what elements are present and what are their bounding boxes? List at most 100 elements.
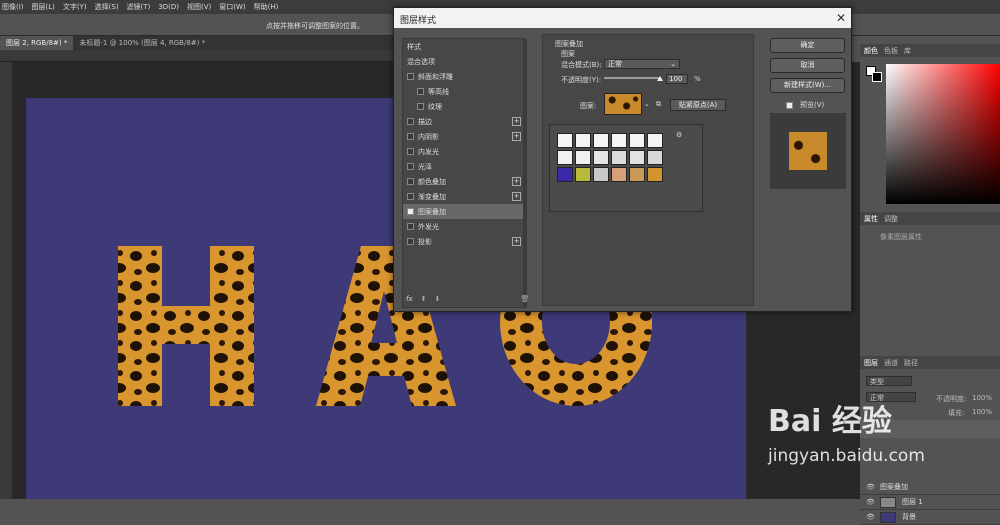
menu-item[interactable]: 图层(L) [32,2,55,12]
add-effect-icon[interactable]: + [512,237,521,246]
add-effect-icon[interactable]: + [512,177,521,186]
pattern-swatch[interactable] [611,150,627,165]
style-checkbox[interactable] [407,118,414,125]
style-checkbox[interactable] [407,223,414,230]
pattern-swatch[interactable] [611,133,627,148]
blend-mode-select[interactable]: 正常 ⌄ [604,59,680,69]
style-checkbox[interactable] [407,208,414,215]
menu-item[interactable]: 窗口(W) [219,2,245,12]
pattern-swatch[interactable] [647,150,663,165]
style-list-item[interactable]: 颜色叠加 + [403,174,525,189]
tab-layers[interactable]: 图层 [864,358,878,367]
menu-item[interactable]: 3D(D) [158,3,179,11]
opacity-slider-thumb[interactable] [657,76,663,81]
pattern-swatch[interactable] [629,150,645,165]
add-effect-icon[interactable]: + [512,132,521,141]
pattern-swatch[interactable] [575,150,591,165]
style-list-item[interactable]: 混合选项 [403,54,525,69]
add-effect-icon[interactable]: + [512,192,521,201]
style-list-item[interactable]: 投影 + [403,234,525,249]
pattern-swatch[interactable] [575,167,591,182]
pattern-swatch[interactable] [629,133,645,148]
tab-doc-2[interactable]: 未标题-1 @ 100% (图层 4, RGB/8#) * [73,36,211,50]
style-list-item[interactable]: 内发光 [403,144,525,159]
style-checkbox[interactable] [407,148,414,155]
new-preset-icon[interactable]: ⧉ [656,100,661,109]
watermark-logo: Bai 经验 [768,404,892,439]
style-list-item[interactable]: 内阴影 + [403,129,525,144]
menu-item[interactable]: 文字(Y) [63,2,87,12]
menu-item[interactable]: 帮助(H) [254,2,279,12]
layer-opacity-value[interactable]: 100% [972,394,992,402]
style-list-item[interactable]: 描边 + [403,114,525,129]
tab-libraries[interactable]: 库 [904,46,911,55]
style-list-item[interactable]: 渐变叠加 + [403,189,525,204]
tab-properties[interactable]: 属性 [864,214,878,223]
section-title: 图案叠加 [555,40,583,48]
move-down-icon[interactable]: ⬇ [434,295,440,303]
opacity-slider[interactable] [604,77,660,79]
new-style-button[interactable]: 新建样式(W)... [770,78,845,93]
preview-checkbox[interactable]: 预览(V) [786,100,824,110]
style-list-item[interactable]: 斜面和浮雕 [403,69,525,84]
blend-mode-label: 混合模式(B): [561,61,602,69]
color-picker-field[interactable] [886,64,1000,204]
pattern-swatch[interactable] [611,167,627,182]
tab-paths[interactable]: 路径 [904,358,918,367]
pattern-swatch[interactable] [647,167,663,182]
add-effect-icon[interactable]: + [512,117,521,126]
gear-icon[interactable]: ⚙ [676,131,682,139]
style-list-item[interactable]: 图案叠加 [403,204,525,219]
menu-item[interactable]: 图像(I) [2,2,24,12]
tab-swatches[interactable]: 色板 [884,46,898,55]
pattern-swatch[interactable] [575,133,591,148]
tab-adjustments[interactable]: 调整 [884,214,898,223]
style-list-header[interactable]: 样式 [403,39,525,54]
pattern-preview[interactable] [604,93,642,115]
eye-icon[interactable]: 👁 [866,513,875,521]
layer-row[interactable]: 👁 图层 1 [860,495,1000,510]
background-color-swatch[interactable] [872,72,882,82]
layer-filter-select[interactable]: 类型 [866,376,912,386]
style-list-item-label: 斜面和浮雕 [418,72,453,81]
style-checkbox[interactable] [417,88,424,95]
pattern-swatch[interactable] [593,167,609,182]
trash-icon[interactable]: 🗑 [520,295,529,303]
style-checkbox[interactable] [407,193,414,200]
style-checkbox[interactable] [407,73,414,80]
menu-item[interactable]: 视图(V) [187,2,211,12]
menu-item[interactable]: 滤镜(T) [127,2,151,12]
pattern-swatch[interactable] [593,133,609,148]
style-list-item[interactable]: 等高线 [403,84,525,99]
cancel-button[interactable]: 取消 [770,58,845,73]
style-checkbox[interactable] [407,133,414,140]
tab-channels[interactable]: 通道 [884,358,898,367]
snap-to-origin-button[interactable]: 贴紧原点(A) [670,99,726,111]
style-checkbox[interactable] [417,103,424,110]
pattern-swatch[interactable] [593,150,609,165]
pattern-swatch[interactable] [629,167,645,182]
move-up-icon[interactable]: ⬆ [421,295,427,303]
opacity-input[interactable]: 100 [666,74,688,84]
pattern-swatch[interactable] [647,133,663,148]
style-list-item[interactable]: 纹理 [403,99,525,114]
tab-color[interactable]: 颜色 [864,46,878,55]
pattern-swatch[interactable] [557,167,573,182]
style-list-item[interactable]: 光泽 [403,159,525,174]
pattern-swatch[interactable] [557,133,573,148]
close-icon[interactable]: ✕ [834,11,848,25]
style-checkbox[interactable] [407,238,414,245]
eye-icon[interactable]: 👁 [866,498,875,506]
pattern-swatch[interactable] [557,150,573,165]
style-checkbox[interactable] [407,178,414,185]
style-list-item[interactable]: 外发光 [403,219,525,234]
tab-doc-1[interactable]: 图层 2, RGB/8#) * [0,36,74,50]
style-list-scrollbar[interactable] [523,39,527,307]
menu-item[interactable]: 选择(S) [95,2,119,12]
style-checkbox[interactable] [407,163,414,170]
fx-button[interactable]: fx [406,295,413,303]
ok-button[interactable]: 确定 [770,38,845,53]
pattern-dropdown-icon[interactable]: ⌄ [644,100,650,108]
layer-row[interactable]: 👁 背景 [860,510,1000,525]
layer-fill-value[interactable]: 100% [972,408,992,416]
